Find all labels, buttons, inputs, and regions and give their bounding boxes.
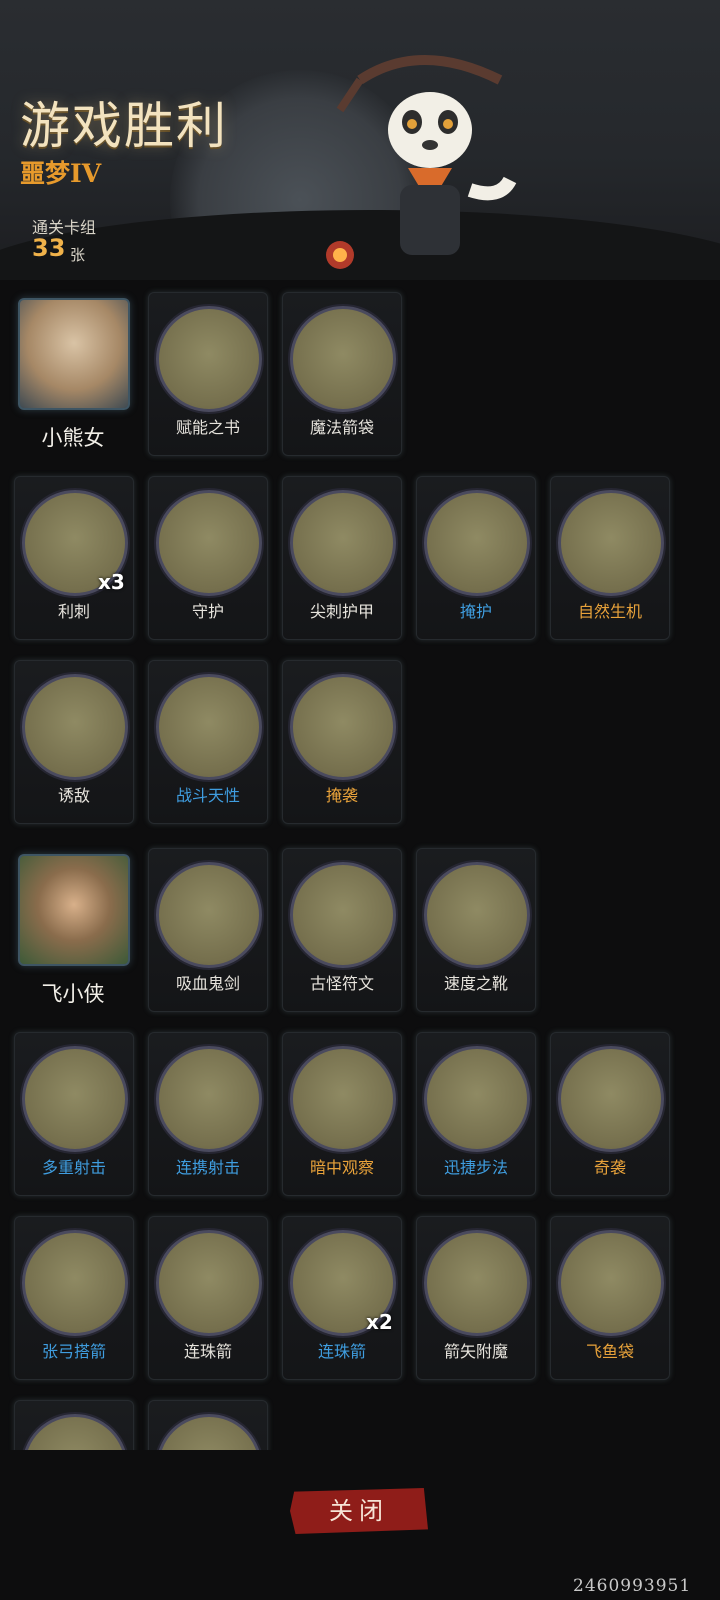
skill-card[interactable]: 多重射击 (14, 1032, 134, 1196)
arrow-volley-icon (156, 1230, 262, 1336)
card-multiplier: x2 (366, 1310, 393, 1334)
skill-card[interactable]: 尖刺护甲 (282, 476, 402, 640)
card-label: 飞鱼袋 (585, 1342, 634, 1361)
card-label: 守护 (191, 602, 224, 621)
skill-card[interactable]: 掩护 (416, 476, 536, 640)
quiver-icon (290, 306, 396, 412)
skill-card[interactable]: 张弓搭箭 (14, 1216, 134, 1380)
bear-guard-icon (156, 490, 262, 596)
skill-card[interactable]: 守护 (148, 476, 268, 640)
hero-portrait-bear-girl[interactable] (18, 298, 130, 410)
spiked-armor-icon (290, 490, 396, 596)
card-label: 连珠箭 (183, 1342, 232, 1361)
skill-card[interactable]: 连携射击 (148, 1032, 268, 1196)
card-label: 吸血鬼剑 (175, 974, 240, 993)
item-card[interactable]: 速度之靴 (416, 848, 536, 1012)
card-label: 赋能之书 (175, 418, 240, 437)
surprise-attack-icon (558, 1046, 664, 1152)
arrow-icon (22, 1414, 128, 1450)
deck-unit: 张 (70, 246, 86, 264)
skill-card[interactable]: 自然生机 (550, 476, 670, 640)
deck-list[interactable]: 小熊女 赋能之书 魔法箭袋 x3 利刺 守护 尖刺护甲 掩护 自然生机 诱敌 战… (0, 280, 720, 1450)
skill-card[interactable]: x3 利刺 (14, 476, 134, 640)
draw-bow-icon (22, 1230, 128, 1336)
swift-step-icon (424, 1046, 530, 1152)
enchanted-arrow-icon (424, 1230, 530, 1336)
card-label: 速度之靴 (443, 974, 508, 993)
mascot-illustration (326, 55, 517, 269)
card-label: 战斗天性 (175, 786, 240, 805)
card-label: 自然生机 (577, 602, 642, 621)
close-button[interactable]: 关闭 (290, 1488, 428, 1534)
card-label: 暗中观察 (309, 1158, 374, 1177)
skill-card[interactable]: 连珠箭 (148, 1216, 268, 1380)
observe-icon (290, 1046, 396, 1152)
rune-icon (290, 862, 396, 968)
skill-card[interactable]: 暗中观察 (282, 1032, 402, 1196)
card-label: 利刺 (57, 602, 90, 621)
item-card[interactable]: 古怪符文 (282, 848, 402, 1012)
nature-vitality-icon (558, 490, 664, 596)
item-card[interactable]: 吸血鬼剑 (148, 848, 268, 1012)
skill-card[interactable]: 奇袭 (550, 1032, 670, 1196)
skill-card[interactable]: 飞鱼袋 (550, 1216, 670, 1380)
card-label: 魔法箭袋 (309, 418, 374, 437)
card-label: 连珠箭 (317, 1342, 366, 1361)
user-id: 2460993951 (573, 1576, 692, 1596)
item-card[interactable]: 魔法箭袋 (282, 292, 402, 456)
vampire-sword-icon (156, 862, 262, 968)
skill-card[interactable]: 掩袭 (282, 660, 402, 824)
ambush-icon (290, 674, 396, 780)
item-card[interactable]: 赋能之书 (148, 292, 268, 456)
card-label: 箭矢附魔 (443, 1342, 508, 1361)
combo-shot-icon (156, 1046, 262, 1152)
card-label: 掩护 (459, 602, 492, 621)
card-label: 张弓搭箭 (41, 1342, 106, 1361)
deck-count: 33 (32, 234, 66, 262)
card-label: 尖刺护甲 (309, 602, 374, 621)
skill-card[interactable]: 迅捷步法 (416, 1032, 536, 1196)
victory-header: 游戏胜利 噩梦IV 通关卡组 33 张 (0, 0, 720, 280)
victory-title: 游戏胜利 (20, 97, 228, 155)
card-label: 多重射击 (41, 1158, 106, 1177)
skill-card[interactable] (148, 1400, 268, 1450)
skill-card[interactable] (14, 1400, 134, 1450)
hero-portrait-flying-hero[interactable] (18, 854, 130, 966)
fish-quiver-icon (558, 1230, 664, 1336)
battle-instinct-icon (156, 674, 262, 780)
skill-card[interactable]: 战斗天性 (148, 660, 268, 824)
card-label: 古怪符文 (309, 974, 374, 993)
cover-icon (424, 490, 530, 596)
multi-shot-icon (22, 1046, 128, 1152)
card-label: 奇袭 (593, 1158, 626, 1177)
arrow-icon (156, 1414, 262, 1450)
speed-boots-icon (424, 862, 530, 968)
difficulty-label: 噩梦IV (20, 159, 102, 188)
card-multiplier: x3 (98, 570, 125, 594)
skill-card[interactable]: 箭矢附魔 (416, 1216, 536, 1380)
card-label: 迅捷步法 (443, 1158, 508, 1177)
card-label: 连携射击 (175, 1158, 240, 1177)
hero-name: 小熊女 (41, 426, 105, 450)
card-label: 诱敌 (57, 786, 90, 805)
hero-name: 飞小侠 (41, 982, 105, 1006)
skill-card[interactable]: 诱敌 (14, 660, 134, 824)
book-icon (156, 306, 262, 412)
skill-card[interactable]: x2 连珠箭 (282, 1216, 402, 1380)
lure-icon (22, 674, 128, 780)
card-label: 掩袭 (325, 786, 358, 805)
